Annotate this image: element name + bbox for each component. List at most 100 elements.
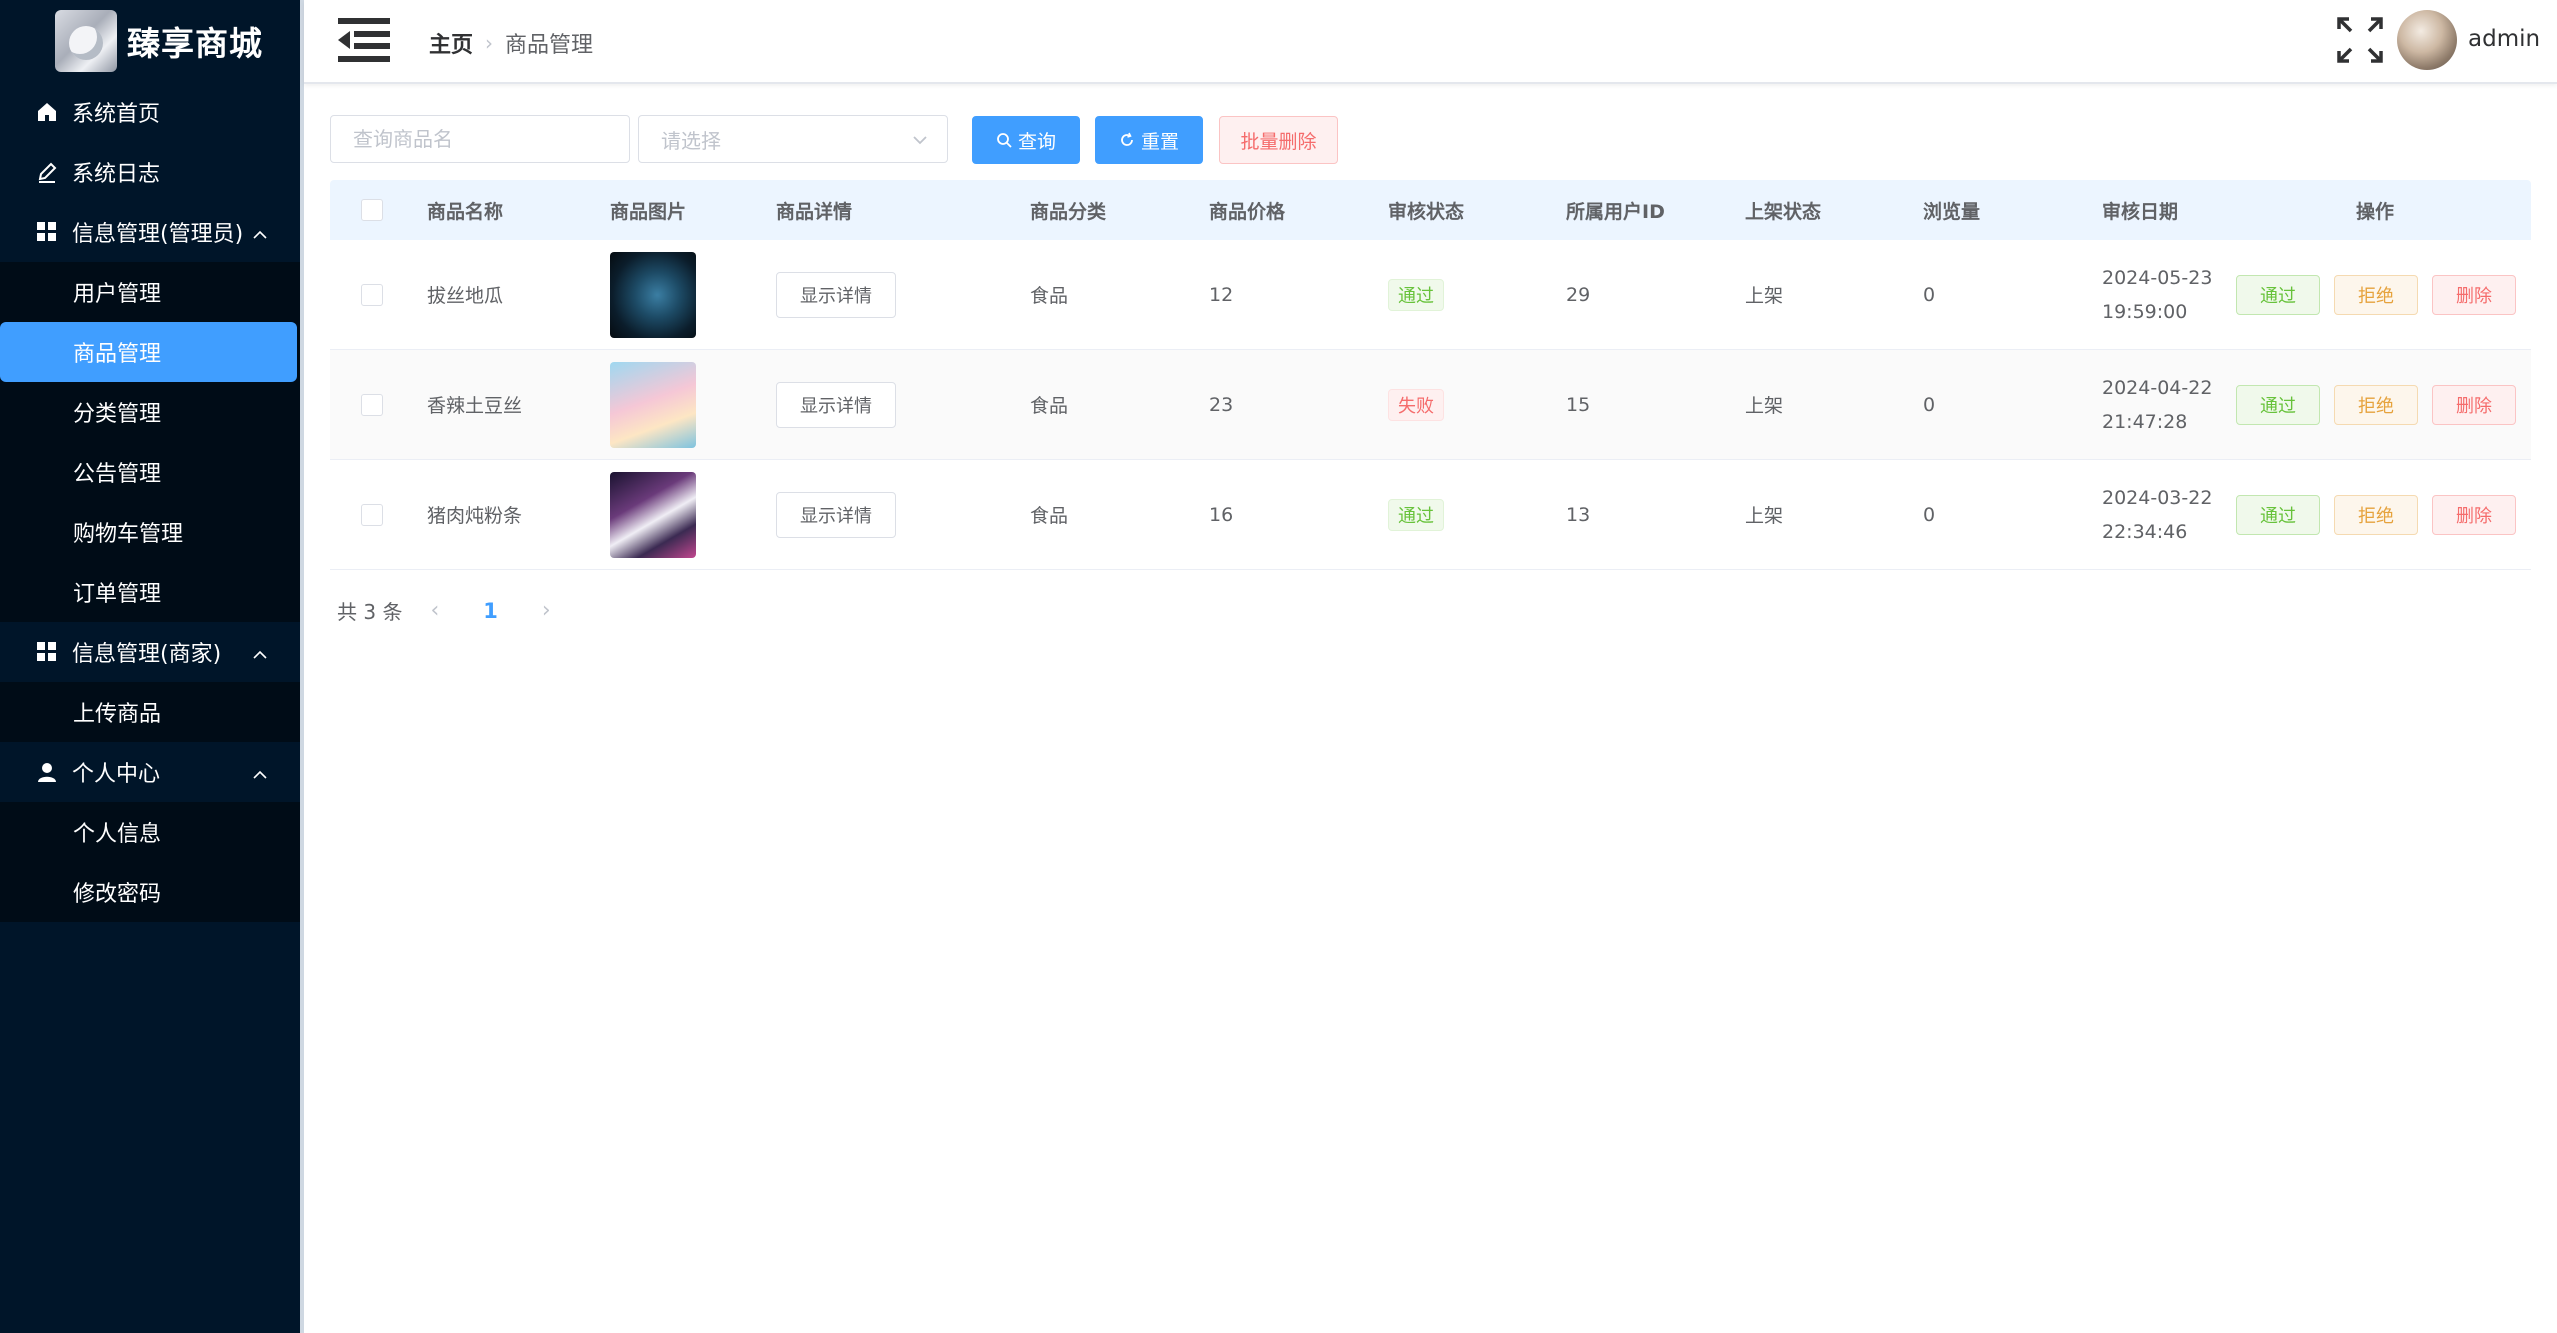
product-category: 食品 [1030,505,1069,527]
table-header: 商品名称 商品图片 商品详情 商品分类 商品价格 审核状态 所属用户ID 上架状… [330,180,2531,240]
show-detail-button[interactable]: 显示详情 [776,382,896,428]
header-views: 浏览量 [1923,200,1981,223]
sidebar-group-label: 个人中心 [72,762,161,787]
product-name: 拔丝地瓜 [427,285,504,307]
product-name: 香辣土豆丝 [427,395,523,417]
batch-delete-label: 批量删除 [1240,130,1317,153]
batch-delete-button[interactable]: 批量删除 [1219,116,1338,164]
query-button[interactable]: 查询 [972,116,1080,164]
approve-button[interactable]: 通过 [2236,275,2320,315]
product-category: 食品 [1030,285,1069,307]
sidebar-item-label: 订单管理 [73,582,162,607]
sidebar-item-categories[interactable]: 分类管理 [0,382,300,442]
sidebar-scrollbar[interactable] [300,0,304,1333]
sidebar-item-label: 系统首页 [72,102,161,127]
reset-button[interactable]: 重置 [1095,116,1203,164]
sidebar-item-orders[interactable]: 订单管理 [0,562,300,622]
chevron-down-icon [911,130,929,154]
chevron-right-icon: › [485,31,494,55]
sidebar-group-personal[interactable]: 个人中心 [0,742,300,802]
row-checkbox[interactable] [361,284,383,306]
sidebar-item-label: 修改密码 [73,882,162,907]
table-row: 拔丝地瓜 显示详情 食品 12 通过 29 上架 0 2024-05-23 19… [330,240,2531,350]
fullscreen-icon[interactable] [2337,17,2383,63]
sidebar-item-upload[interactable]: 上传商品 [0,682,300,742]
brand-logo [55,10,117,72]
review-date-day: 2024-03-22 [2102,487,2213,509]
next-page-icon[interactable]: › [542,598,551,623]
header-date: 审核日期 [2102,200,2179,223]
edit-icon [35,160,59,184]
review-date: 2024-04-22 21:47:28 [2102,371,2212,439]
brand-title: 臻享商城 [127,24,263,63]
delete-button[interactable]: 删除 [2432,275,2516,315]
header-shelf: 上架状态 [1745,200,1822,223]
sidebar-group-label: 信息管理(管理员) [72,222,244,247]
header-actions: 操作 [2356,200,2395,223]
grid-icon [35,640,59,664]
delete-button[interactable]: 删除 [2432,385,2516,425]
header-category: 商品分类 [1030,200,1107,223]
breadcrumb-home[interactable]: 主页 [429,27,473,59]
reject-button[interactable]: 拒绝 [2334,275,2418,315]
category-select[interactable]: 请选择 [638,115,948,163]
submenu-personal: 个人信息 修改密码 [0,802,300,922]
brand[interactable]: 臻享商城 [0,0,300,82]
product-image[interactable] [610,252,696,338]
view-count: 0 [1923,393,1936,416]
username[interactable]: admin [2468,26,2540,52]
view-count: 0 [1923,503,1936,526]
table-row: 猪肉炖粉条 显示详情 食品 16 通过 13 上架 0 2024-03-22 2… [330,460,2531,570]
sidebar-item-logs[interactable]: 系统日志 [0,142,300,202]
review-date-time: 19:59:00 [2102,301,2188,323]
sidebar-item-users[interactable]: 用户管理 [0,262,300,322]
product-price: 23 [1209,393,1234,416]
prev-page-icon[interactable]: ‹ [430,598,439,623]
sidebar-item-notices[interactable]: 公告管理 [0,442,300,502]
view-count: 0 [1923,283,1936,306]
sidebar-item-profile[interactable]: 个人信息 [0,802,300,862]
chevron-up-icon [252,642,268,667]
shelf-status: 上架 [1745,395,1784,417]
sidebar-item-home[interactable]: 系统首页 [0,82,300,142]
delete-button[interactable]: 删除 [2432,495,2516,535]
show-detail-button[interactable]: 显示详情 [776,492,896,538]
user-id: 29 [1566,283,1591,306]
row-checkbox[interactable] [361,504,383,526]
refresh-icon [1121,132,1133,146]
sidebar-group-admin[interactable]: 信息管理(管理员) [0,202,300,262]
pagination: 共 3 条 ‹ 1 › [337,596,551,625]
approve-button[interactable]: 通过 [2236,385,2320,425]
review-date-time: 22:34:46 [2102,521,2188,543]
search-input[interactable] [330,115,630,163]
header-user-id: 所属用户ID [1566,200,1665,223]
sidebar-item-password[interactable]: 修改密码 [0,862,300,922]
avatar[interactable] [2397,10,2457,70]
sidebar-item-cart[interactable]: 购物车管理 [0,502,300,562]
row-checkbox[interactable] [361,394,383,416]
collapse-menu-icon[interactable] [338,18,390,62]
product-image[interactable] [610,472,696,558]
review-date: 2024-03-22 22:34:46 [2102,481,2212,549]
reject-button[interactable]: 拒绝 [2334,385,2418,425]
user-icon [35,760,59,784]
product-name: 猪肉炖粉条 [427,505,523,527]
header-name: 商品名称 [427,200,504,223]
table-row: 香辣土豆丝 显示详情 食品 23 失败 15 上架 0 2024-04-22 2… [330,350,2531,460]
page-number[interactable]: 1 [483,599,498,623]
show-detail-button[interactable]: 显示详情 [776,272,896,318]
submenu-admin: 用户管理 商品管理 分类管理 公告管理 购物车管理 订单管理 [0,262,300,622]
review-date-day: 2024-04-22 [2102,377,2213,399]
sidebar-group-merchant[interactable]: 信息管理(商家) [0,622,300,682]
sidebar-item-products[interactable]: 商品管理 [0,322,297,382]
select-all-checkbox[interactable] [361,199,383,221]
status-badge: 通过 [1388,279,1444,311]
sidebar-item-label: 分类管理 [73,402,162,427]
product-image[interactable] [610,362,696,448]
products-table: 商品名称 商品图片 商品详情 商品分类 商品价格 审核状态 所属用户ID 上架状… [330,180,2531,570]
home-icon [35,100,59,124]
approve-button[interactable]: 通过 [2236,495,2320,535]
reject-button[interactable]: 拒绝 [2334,495,2418,535]
user-id: 15 [1566,393,1591,416]
product-price: 12 [1209,283,1234,306]
